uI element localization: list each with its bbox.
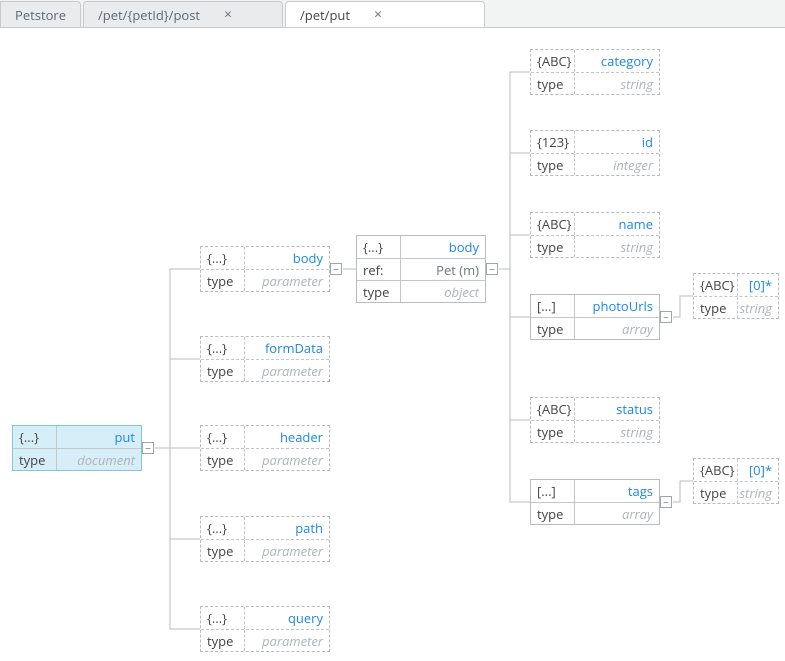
kind-badge: {123} (531, 131, 575, 153)
node-field-status[interactable]: {ABC}status typestring (530, 397, 660, 443)
kind-badge: [...] (531, 295, 575, 317)
kind-badge: {ABC} (694, 459, 738, 481)
kind-badge: {...} (201, 337, 245, 359)
type-label: type (201, 360, 245, 381)
type-value: string (575, 238, 659, 256)
type-value: string (575, 423, 659, 441)
node-field-id[interactable]: {123}id typeinteger (530, 130, 660, 176)
expand-toggle[interactable]: − (142, 442, 154, 454)
kind-badge: {ABC} (531, 398, 575, 420)
node-title: photoUrls (575, 297, 659, 315)
node-root-put[interactable]: {...} put type document (12, 425, 142, 471)
type-label: type (531, 503, 575, 524)
kind-badge: {...} (357, 236, 401, 258)
tab-label: Petstore (15, 6, 66, 24)
node-title: tags (575, 482, 659, 500)
type-label: type (13, 449, 57, 470)
node-field-tags[interactable]: [...]tags typearray (530, 479, 660, 525)
kind-badge: {...} (201, 517, 245, 539)
type-value: parameter (245, 362, 329, 380)
expand-toggle[interactable]: − (486, 263, 498, 275)
node-body-object[interactable]: {...}body ref:Pet (m) typeobject (356, 235, 486, 303)
type-label: type (694, 297, 738, 318)
node-param-formdata[interactable]: {...}formData typeparameter (200, 336, 330, 382)
kind-badge: [...] (531, 480, 575, 502)
node-title: category (575, 52, 659, 70)
node-array-item-photourls[interactable]: {ABC}[0]* typestring (693, 273, 779, 319)
node-title: put (57, 428, 141, 446)
type-label: type (531, 318, 575, 339)
type-label: type (531, 73, 575, 94)
node-param-path[interactable]: {...}path typeparameter (200, 516, 330, 562)
kind-badge: {...} (201, 607, 245, 629)
node-title: name (575, 215, 659, 233)
type-value: parameter (245, 542, 329, 560)
kind-badge: {...} (201, 426, 245, 448)
close-icon[interactable]: × (374, 8, 382, 22)
type-label: type (201, 449, 245, 470)
tab-label: /pet/{petId}/post (98, 6, 200, 24)
type-value: array (575, 505, 659, 523)
type-label: type (694, 482, 738, 503)
node-title: formData (245, 339, 329, 357)
type-label: type (531, 154, 575, 175)
tab-pet-post[interactable]: /pet/{petId}/post × (83, 1, 283, 27)
tab-bar: Petstore /pet/{petId}/post × /pet/put × (0, 0, 785, 28)
tab-petstore[interactable]: Petstore (0, 1, 81, 27)
connectors (0, 0, 785, 661)
type-value: array (575, 320, 659, 338)
node-field-category[interactable]: {ABC}category typestring (530, 49, 660, 95)
type-value: integer (575, 156, 659, 174)
type-value: parameter (245, 451, 329, 469)
node-title: [0]* (738, 461, 778, 479)
type-value: parameter (245, 632, 329, 650)
diagram-canvas: { "tabs": [ {"label":"Petstore","closabl… (0, 0, 785, 661)
node-title: status (575, 400, 659, 418)
kind-badge: {ABC} (694, 274, 738, 296)
kind-badge: {...} (13, 426, 57, 448)
type-value: parameter (245, 272, 329, 290)
expand-toggle[interactable]: − (330, 263, 342, 275)
type-value: object (401, 283, 485, 301)
type-label: type (201, 630, 245, 651)
tab-label: /pet/put (300, 6, 350, 24)
ref-value: Pet (m) (401, 261, 485, 279)
node-array-item-tags[interactable]: {ABC}[0]* typestring (693, 458, 779, 504)
node-title: [0]* (738, 276, 778, 294)
type-label: type (201, 270, 245, 291)
node-param-body[interactable]: {...}body typeparameter (200, 246, 330, 292)
type-label: type (357, 281, 401, 302)
expand-toggle[interactable]: − (660, 311, 672, 323)
node-param-header[interactable]: {...}header typeparameter (200, 425, 330, 471)
kind-badge: {ABC} (531, 213, 575, 235)
type-label: type (531, 236, 575, 257)
node-title: id (575, 133, 659, 151)
type-value: string (575, 75, 659, 93)
node-title: body (401, 238, 485, 256)
node-title: query (245, 609, 329, 627)
node-title: path (245, 519, 329, 537)
close-icon[interactable]: × (224, 8, 232, 22)
ref-label: ref: (357, 259, 401, 280)
node-param-query[interactable]: {...}query typeparameter (200, 606, 330, 652)
tab-pet-put[interactable]: /pet/put × (285, 1, 485, 27)
type-value: document (57, 451, 141, 469)
type-label: type (531, 421, 575, 442)
node-field-name[interactable]: {ABC}name typestring (530, 212, 660, 258)
node-title: header (245, 428, 329, 446)
expand-toggle[interactable]: − (660, 496, 672, 508)
kind-badge: {ABC} (531, 50, 575, 72)
node-title: body (245, 249, 329, 267)
type-label: type (201, 540, 245, 561)
type-value: string (738, 299, 778, 317)
node-field-photourls[interactable]: [...]photoUrls typearray (530, 294, 660, 340)
kind-badge: {...} (201, 247, 245, 269)
type-value: string (738, 484, 778, 502)
